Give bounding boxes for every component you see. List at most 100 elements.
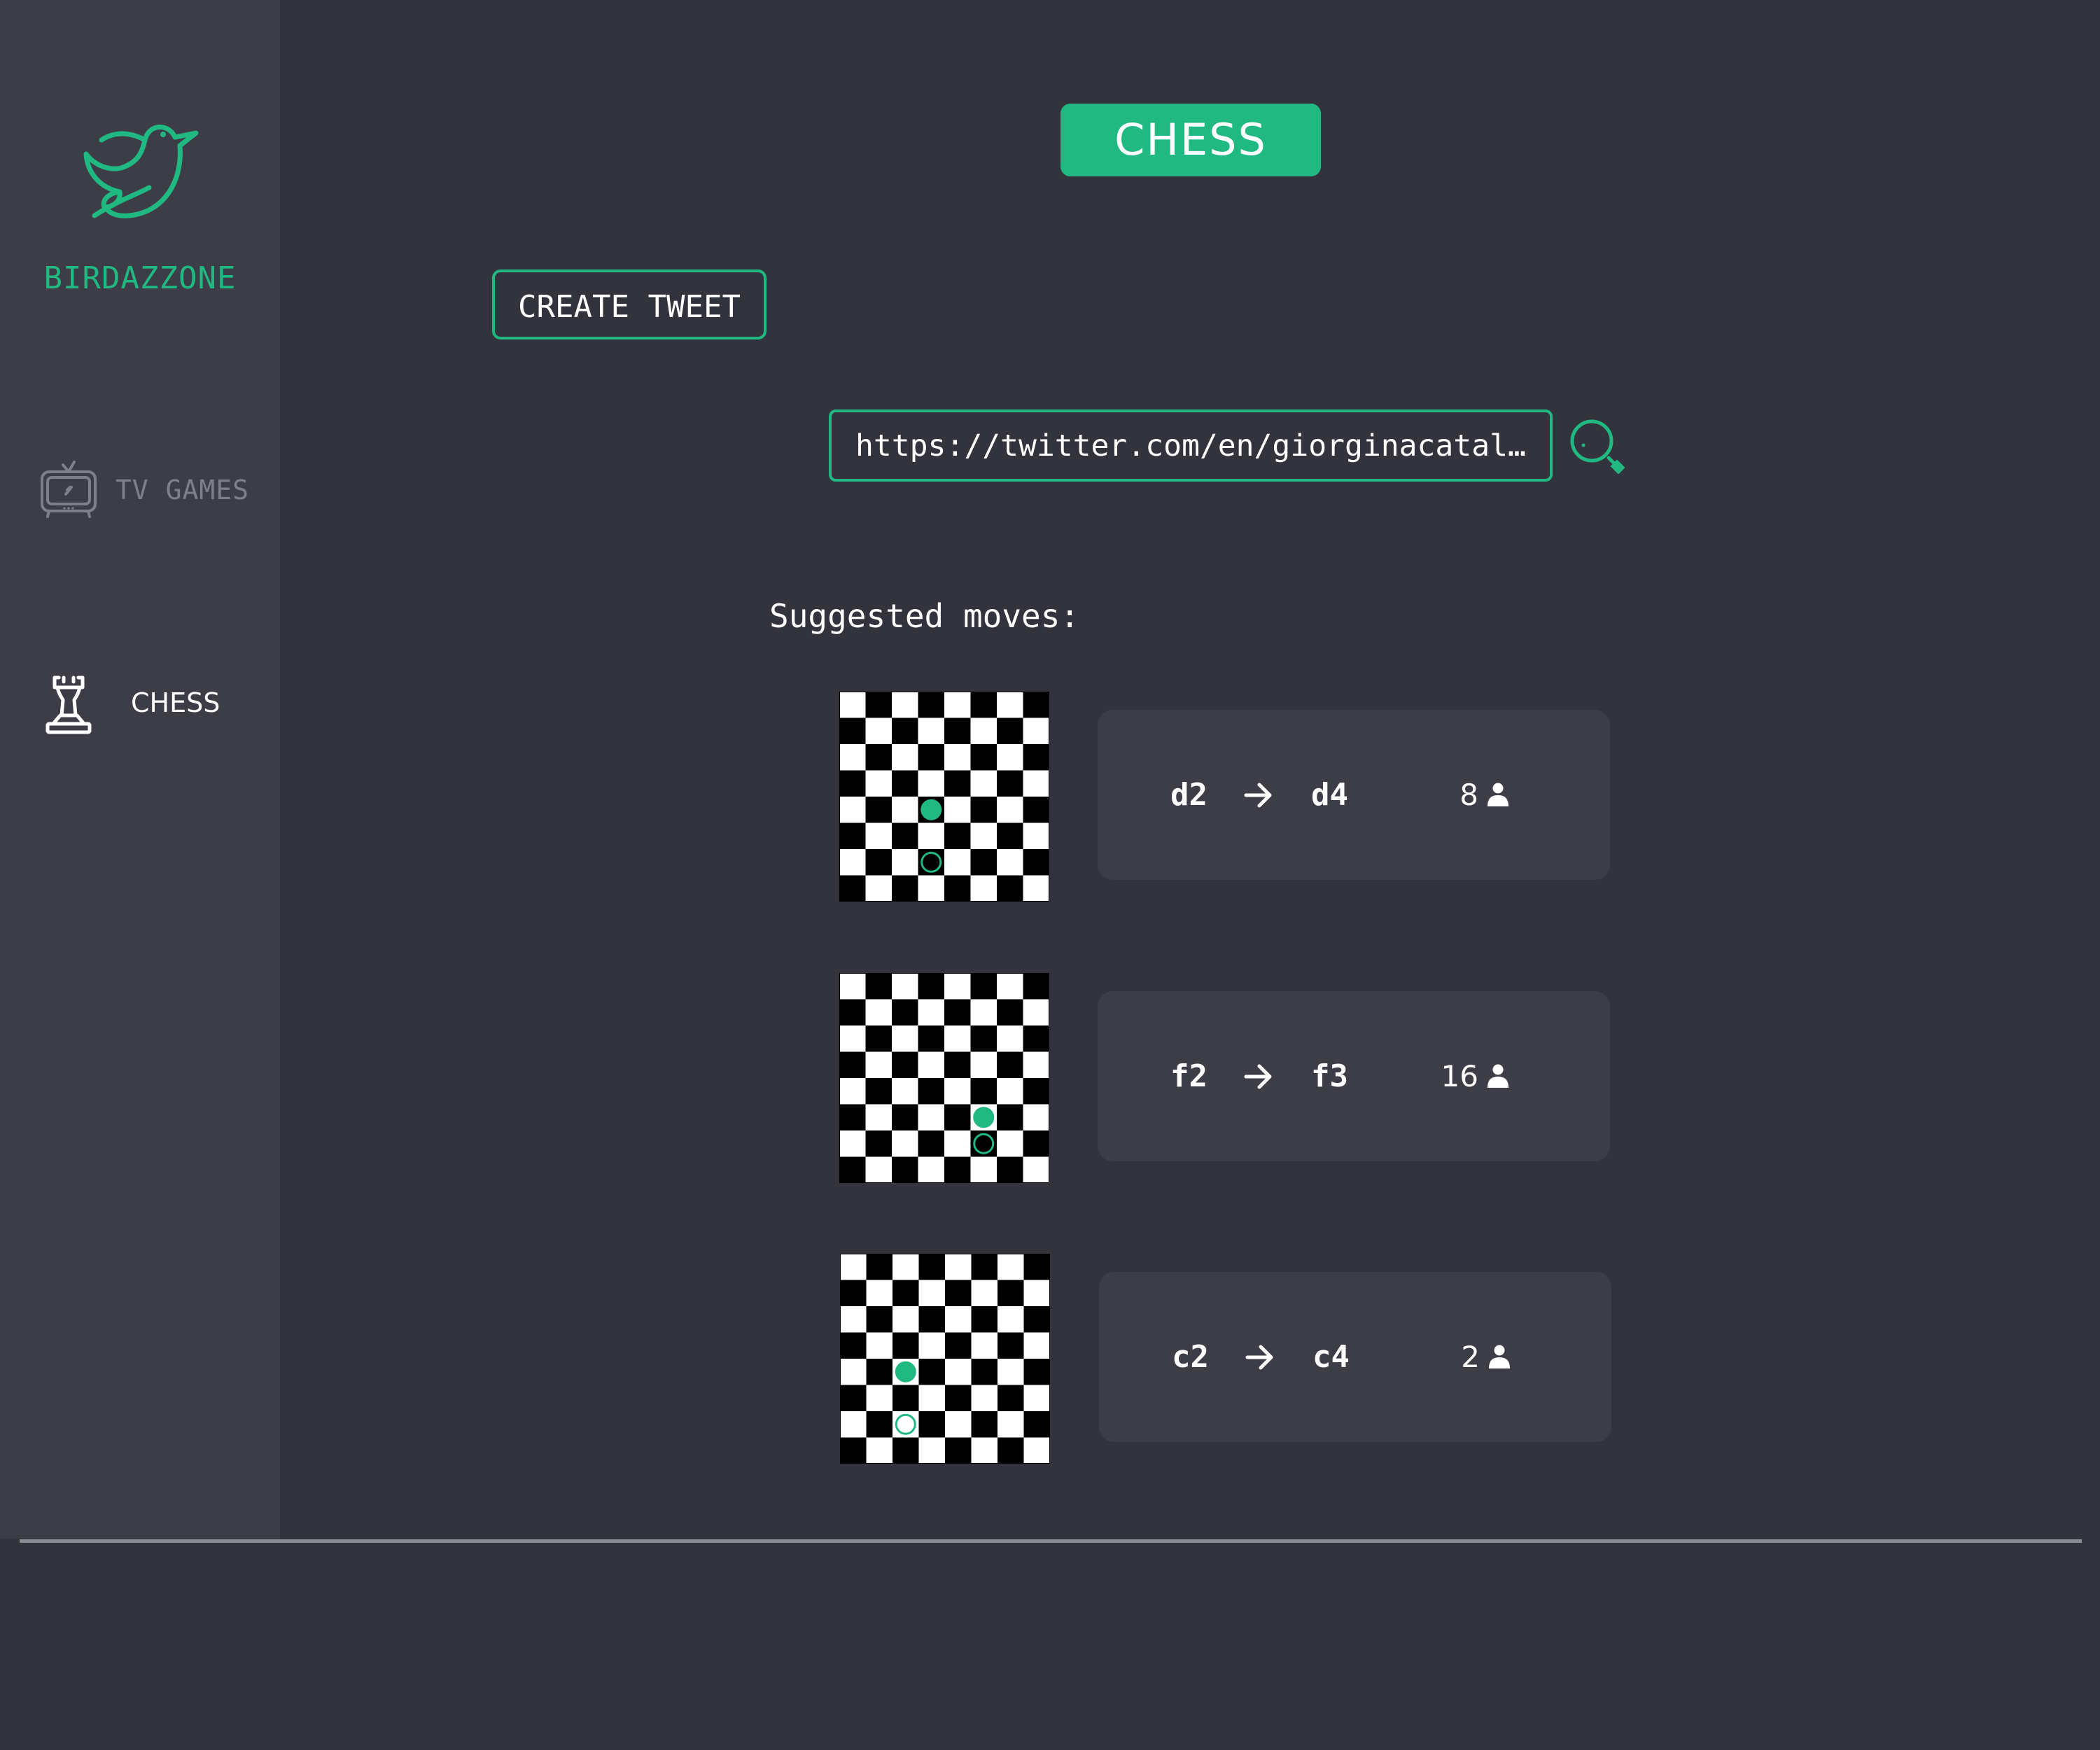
move-to: d4 — [1311, 777, 1348, 813]
move-from: f2 — [1170, 1058, 1208, 1094]
move-card[interactable]: d2 d4 8 — [1098, 710, 1610, 880]
board-square — [1023, 1104, 1049, 1130]
board-square — [944, 797, 971, 823]
sidebar-item-chess[interactable]: CHESS — [0, 664, 280, 741]
board-square — [866, 1385, 892, 1411]
move-to-marker — [920, 799, 942, 820]
move-from: d2 — [1170, 777, 1208, 813]
tv-icon — [41, 461, 97, 518]
board-square — [970, 999, 997, 1026]
board-square — [892, 999, 918, 1026]
board-square — [892, 1280, 919, 1306]
sidebar-item-tv-games[interactable]: TV GAMES — [0, 454, 280, 531]
board-square — [997, 1254, 1024, 1280]
board-square — [892, 1332, 919, 1359]
user-icon — [1488, 1064, 1508, 1088]
board-square — [918, 1411, 945, 1438]
board-square — [997, 1130, 1023, 1157]
board-square — [865, 875, 892, 902]
board-square — [865, 1130, 892, 1157]
board-square — [918, 770, 944, 797]
user-icon — [1489, 1345, 1510, 1368]
board-square — [945, 1254, 972, 1280]
board-square — [839, 1130, 866, 1157]
board-square — [997, 692, 1023, 718]
board-square — [839, 973, 866, 1000]
vote-count: 8 — [1460, 778, 1478, 812]
board-square — [1023, 1332, 1050, 1359]
board-square — [839, 1104, 866, 1130]
board-square — [892, 849, 918, 876]
board-square — [918, 1437, 945, 1464]
board-square — [865, 1104, 892, 1130]
board-square — [839, 1078, 866, 1105]
sidebar-item-label: TV GAMES — [115, 475, 250, 505]
board-square — [997, 1026, 1023, 1052]
board-square — [970, 875, 997, 902]
page-title: CHESS — [1060, 104, 1321, 176]
board-square — [918, 1359, 945, 1385]
board-square — [918, 1051, 944, 1078]
board-square — [839, 770, 866, 797]
move-from: c2 — [1172, 1339, 1209, 1375]
board-square — [997, 1051, 1023, 1078]
board-square — [865, 1156, 892, 1183]
board-square — [918, 718, 944, 744]
tweet-url-input[interactable] — [829, 410, 1553, 482]
board-square — [970, 1156, 997, 1183]
create-tweet-button[interactable]: CREATE TWEET — [492, 270, 766, 340]
board-square — [944, 999, 971, 1026]
board-square — [971, 1254, 997, 1280]
board-square — [970, 797, 997, 823]
move-card[interactable]: c2 c4 2 — [1099, 1272, 1611, 1442]
board-square — [892, 822, 918, 849]
board-square — [971, 1332, 997, 1359]
board-square — [918, 1280, 945, 1306]
board-square — [918, 1156, 944, 1183]
board-square — [866, 1306, 892, 1333]
search-icon[interactable] — [1568, 417, 1625, 475]
divider — [20, 1539, 2082, 1543]
board-square — [1023, 1306, 1050, 1333]
board-square — [971, 1306, 997, 1333]
board-square — [839, 718, 866, 744]
board-square — [840, 1332, 867, 1359]
board-square — [997, 797, 1023, 823]
sidebar: BIRDAZZONE TV GAMES CHESS — [0, 0, 280, 1539]
vote-count: 2 — [1461, 1340, 1480, 1374]
board-square — [918, 1385, 945, 1411]
board-square — [892, 718, 918, 744]
board-square — [997, 999, 1023, 1026]
board-square — [944, 849, 971, 876]
board-square — [892, 1026, 918, 1052]
board-square — [865, 770, 892, 797]
board-square — [944, 744, 971, 771]
board-square — [866, 1437, 892, 1464]
board-square — [971, 1437, 997, 1464]
board-square — [945, 1280, 972, 1306]
suggested-moves-title: Suggested moves: — [769, 597, 1080, 635]
board-square — [865, 744, 892, 771]
board-square — [945, 1385, 972, 1411]
board-square — [892, 1437, 919, 1464]
board-square — [1023, 718, 1049, 744]
user-icon — [1488, 783, 1508, 806]
arrow-right-icon — [1244, 783, 1272, 808]
board-square — [1023, 875, 1049, 902]
board-square — [1023, 1437, 1050, 1464]
page: BIRDAZZONE TV GAMES CHESS CHESS CREATE T… — [0, 0, 2100, 1750]
board-square — [1023, 797, 1049, 823]
board-square — [944, 973, 971, 1000]
board-square — [892, 692, 918, 718]
board-square — [918, 1104, 944, 1130]
board-square — [918, 692, 944, 718]
move-card[interactable]: f2 f3 16 — [1098, 991, 1610, 1161]
board-square — [839, 692, 866, 718]
board-square — [944, 1026, 971, 1052]
move-to: f3 — [1311, 1058, 1348, 1094]
board-square — [944, 1156, 971, 1183]
board-square — [892, 1078, 918, 1105]
board-square — [892, 1104, 918, 1130]
board-square — [944, 1078, 971, 1105]
board-square — [865, 973, 892, 1000]
